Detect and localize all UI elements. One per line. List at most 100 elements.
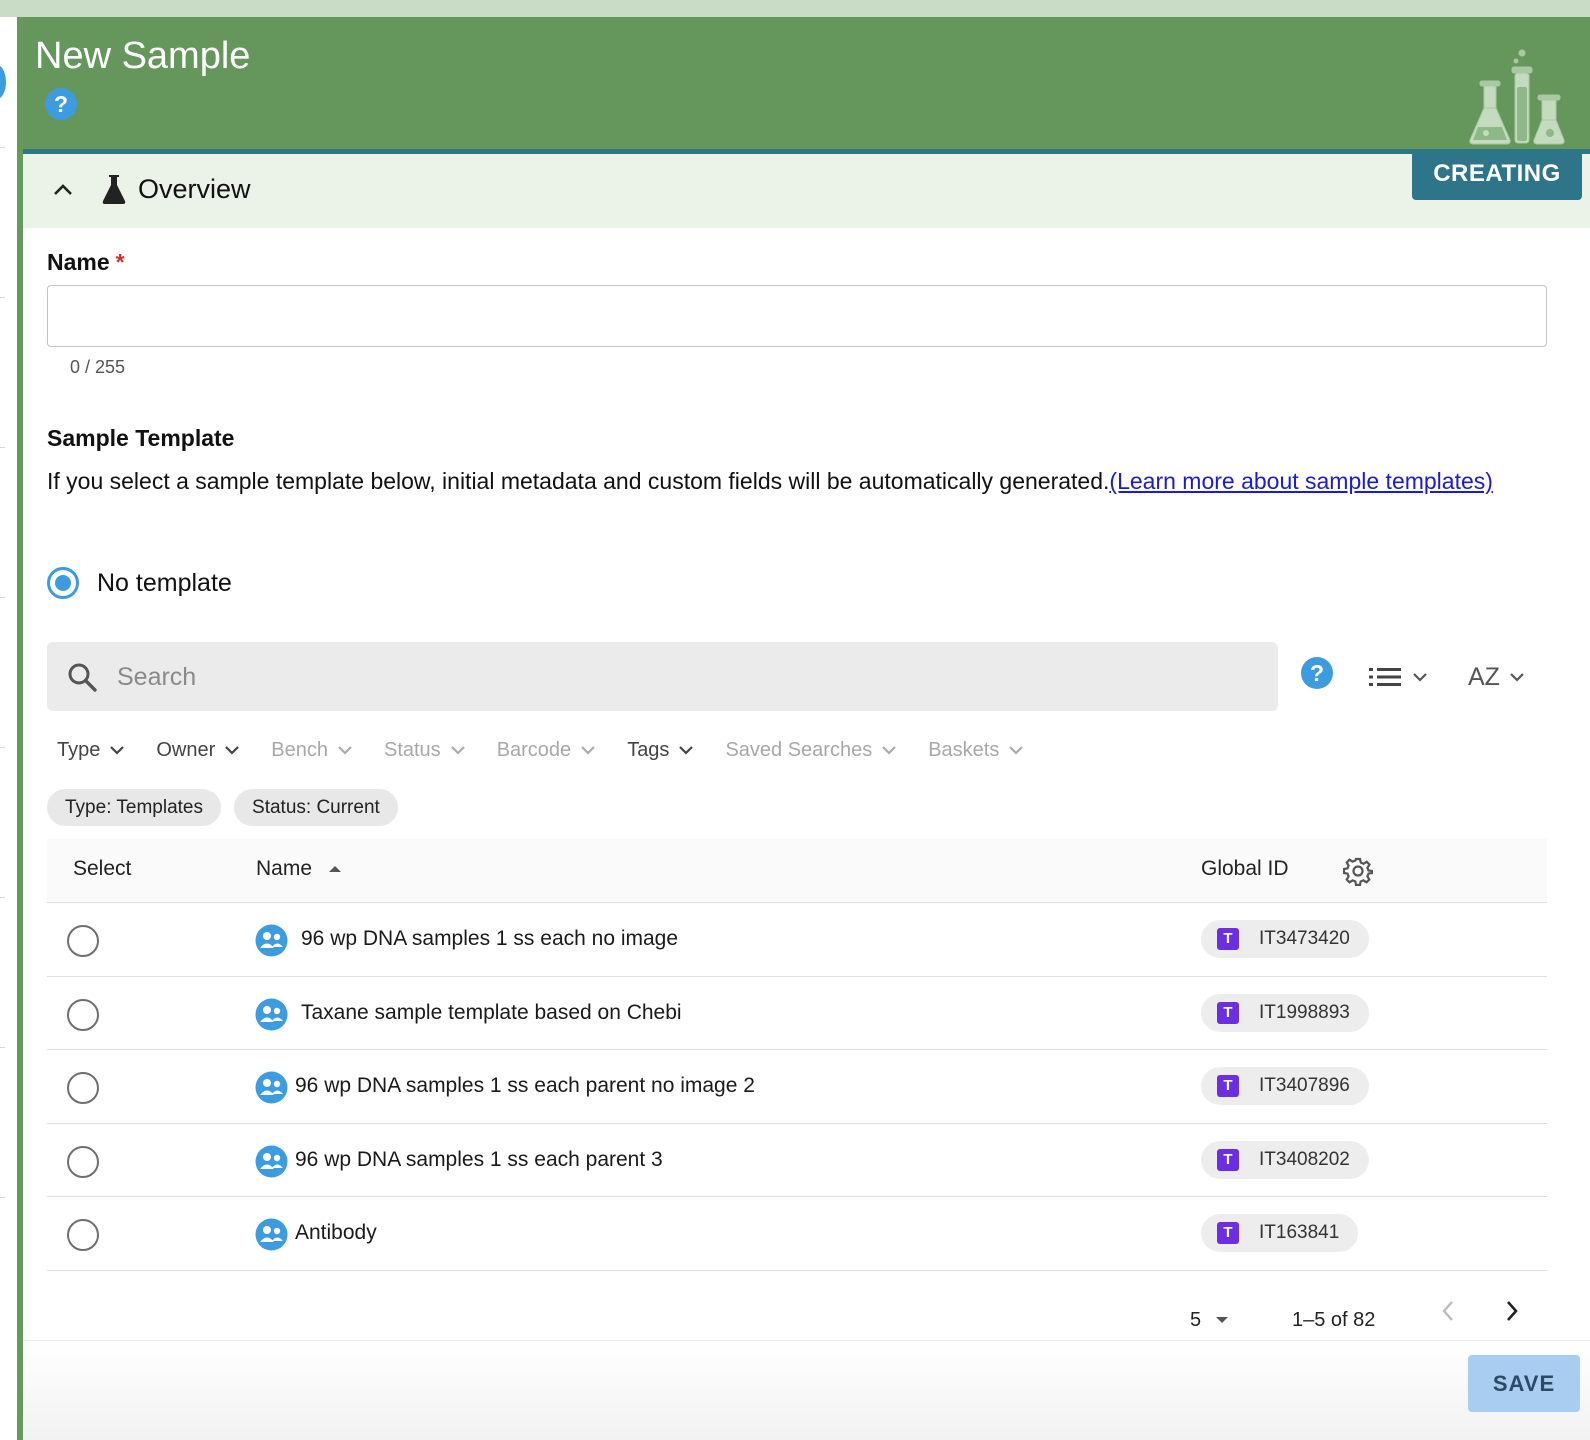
filter-chip-type[interactable]: Type: Templates xyxy=(47,789,222,826)
template-type-icon: T xyxy=(1217,1148,1239,1171)
chevron-down-icon xyxy=(1413,672,1427,682)
table-row[interactable]: 96 wp DNA samples 1 ss each parent no im… xyxy=(47,1050,1547,1124)
divider xyxy=(0,1197,5,1198)
list-view-icon xyxy=(1369,668,1401,686)
divider xyxy=(0,447,5,448)
global-id-chip[interactable]: T IT3408202 xyxy=(1201,1140,1369,1179)
no-template-option[interactable]: No template xyxy=(47,565,232,601)
overview-label: Overview xyxy=(138,174,251,204)
filter-label: Baskets xyxy=(928,738,1000,761)
template-type-icon: T xyxy=(1217,1001,1239,1024)
row-select-radio[interactable] xyxy=(67,925,99,957)
filter-baskets[interactable]: Baskets xyxy=(928,738,1024,762)
pagination-range: 1–5 of 82 xyxy=(1292,1308,1376,1331)
search-field[interactable] xyxy=(47,642,1278,711)
form-footer: SAVE xyxy=(23,1340,1590,1440)
chevron-down-icon xyxy=(581,745,595,755)
help-icon[interactable]: ? xyxy=(45,88,77,120)
column-header-select: Select xyxy=(73,857,132,880)
filter-label: Tags xyxy=(627,738,670,761)
lab-glassware-icon xyxy=(1466,47,1566,152)
template-type-icon: T xyxy=(1217,928,1239,950)
rows-per-page-select[interactable]: 5 xyxy=(1190,1305,1229,1335)
divider xyxy=(0,897,5,898)
table-row[interactable]: 96 wp DNA samples 1 ss each parent 3 T IT… xyxy=(47,1124,1547,1197)
new-sample-panel: New Sample ? Overview CREATING Name * 0 … xyxy=(17,17,1590,1440)
column-header-name-label: Name xyxy=(256,857,313,880)
sort-menu[interactable]: AZ xyxy=(1468,661,1524,693)
divider xyxy=(0,597,5,598)
table-row[interactable]: Taxane sample template based on Chebi TI… xyxy=(47,977,1547,1050)
chevron-down-icon xyxy=(110,745,125,755)
filter-chip-status[interactable]: Status: Current xyxy=(234,789,398,826)
no-template-radio[interactable] xyxy=(47,567,79,599)
global-id-value: IT1998893 xyxy=(1259,1001,1350,1023)
row-select-radio[interactable] xyxy=(67,1219,99,1251)
global-id-chip[interactable]: T IT163841 xyxy=(1201,1214,1359,1252)
filter-bench[interactable]: Bench xyxy=(271,739,352,762)
sort-label: AZ xyxy=(1468,662,1500,691)
sample-template-heading: Sample Template xyxy=(47,425,235,451)
chevron-down-icon xyxy=(225,745,240,755)
learn-more-link[interactable]: (Learn more about sample templates) xyxy=(1109,468,1493,494)
filter-owner[interactable]: Owner xyxy=(156,738,240,762)
shared-group-icon xyxy=(255,1145,288,1177)
shared-group-icon xyxy=(255,924,288,957)
chevron-down-icon xyxy=(338,745,352,755)
background-app-edge xyxy=(0,17,17,1440)
flask-icon xyxy=(102,175,126,204)
search-input[interactable] xyxy=(117,652,1257,702)
template-name[interactable]: 96 wp DNA samples 1 ss each no image xyxy=(301,927,678,951)
column-header-name[interactable]: Name xyxy=(256,857,342,881)
row-select-radio[interactable] xyxy=(67,1145,99,1178)
view-mode-menu[interactable] xyxy=(1369,661,1427,693)
filter-status[interactable]: Status xyxy=(384,739,465,762)
row-select-radio[interactable] xyxy=(67,1072,99,1104)
template-name[interactable]: 96 wp DNA samples 1 ss each parent 3 xyxy=(295,1148,663,1172)
filter-saved-searches[interactable]: Saved Searches xyxy=(725,739,896,762)
background-avatar xyxy=(0,65,6,99)
filter-label: Status xyxy=(383,738,441,761)
global-id-value: IT163841 xyxy=(1259,1222,1340,1243)
filter-label: Type xyxy=(57,738,101,761)
filter-label: Owner xyxy=(156,738,216,761)
overview-section-header[interactable]: Overview xyxy=(23,154,1590,228)
global-id-chip[interactable]: T IT1998893 xyxy=(1201,993,1369,1032)
previous-page-icon[interactable] xyxy=(1441,1300,1455,1322)
filter-type[interactable]: Type xyxy=(57,738,125,762)
template-name[interactable]: Antibody xyxy=(295,1221,377,1245)
template-name[interactable]: Taxane sample template based on Chebi xyxy=(301,1001,682,1025)
radio-selected-dot xyxy=(55,575,71,591)
chevron-up-icon[interactable] xyxy=(53,182,73,196)
chevron-down-icon xyxy=(1510,672,1524,682)
filter-label: Saved Searches xyxy=(725,738,873,761)
name-input[interactable] xyxy=(47,285,1547,347)
top-strip xyxy=(0,0,1590,17)
filter-bar: Type Owner Bench Status Barcode Tags Sav… xyxy=(57,735,1055,765)
page-title: New Sample xyxy=(35,35,251,77)
name-field-label: Name * xyxy=(47,249,125,276)
search-help-icon[interactable]: ? xyxy=(1301,657,1333,689)
chevron-down-icon xyxy=(679,745,694,755)
no-template-label: No template xyxy=(97,568,232,597)
next-page-icon[interactable] xyxy=(1505,1300,1519,1322)
filter-tags[interactable]: Tags xyxy=(627,738,694,762)
global-id-chip[interactable]: T IT3473420 xyxy=(1201,920,1369,958)
global-id-value: IT3408202 xyxy=(1259,1148,1350,1170)
chevron-down-icon xyxy=(1009,745,1024,755)
save-button[interactable]: SAVE xyxy=(1468,1355,1580,1412)
required-marker: * xyxy=(115,249,125,275)
filter-label: Barcode xyxy=(496,738,572,761)
gear-icon[interactable] xyxy=(1343,856,1373,886)
table-row[interactable]: 96 wp DNA samples 1 ss each no image T IT… xyxy=(47,903,1547,977)
chevron-down-icon xyxy=(450,745,465,755)
column-header-global-id: Global ID xyxy=(1201,857,1289,880)
row-select-radio[interactable] xyxy=(67,998,99,1031)
template-name[interactable]: 96 wp DNA samples 1 ss each parent no im… xyxy=(295,1074,755,1098)
global-id-chip[interactable]: T IT3407896 xyxy=(1201,1067,1369,1105)
caret-down-icon xyxy=(1216,1317,1229,1323)
template-type-icon: T xyxy=(1217,1075,1239,1097)
table-row[interactable]: Antibody T IT163841 xyxy=(47,1197,1547,1271)
filter-barcode[interactable]: Barcode xyxy=(497,739,596,762)
template-description: If you select a sample template below, i… xyxy=(47,463,1517,499)
